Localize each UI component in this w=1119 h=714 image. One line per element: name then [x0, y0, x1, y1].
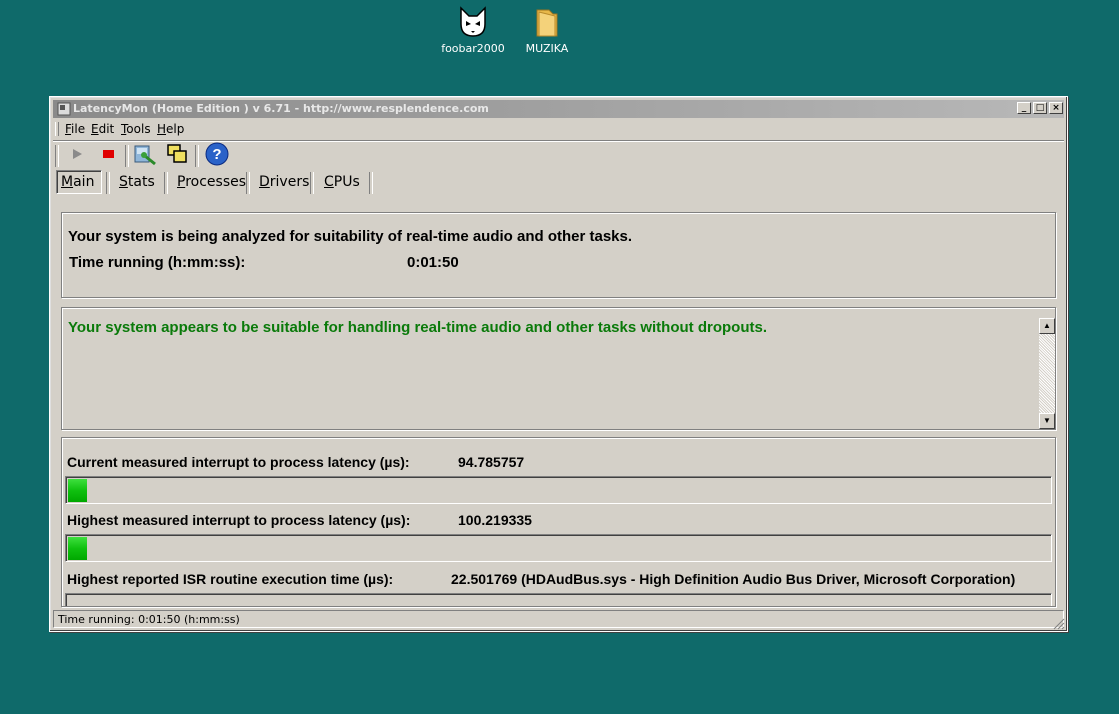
stop-icon	[101, 147, 115, 166]
verdict-message: Your system appears to be suitable for h…	[68, 319, 767, 336]
tab-bar: Main Stats Processes Drivers CPUs	[53, 170, 1064, 196]
verdict-scrollbar[interactable]: ▲ ▼	[1039, 318, 1055, 429]
tab-separator	[246, 172, 250, 194]
verdict-panel: Your system appears to be suitable for h…	[61, 307, 1056, 430]
tab-drivers[interactable]: Drivers	[259, 170, 309, 194]
tab-separator	[369, 172, 373, 194]
tab-cpus[interactable]: CPUs	[324, 170, 360, 194]
current-latency-bar	[65, 476, 1052, 504]
resize-grip-icon[interactable]	[1053, 617, 1065, 630]
toolbar-separator	[195, 145, 199, 167]
tab-main[interactable]: Main	[56, 170, 102, 194]
toolbar-grip	[55, 145, 59, 167]
svg-text:?: ?	[212, 146, 221, 163]
analysis-status-panel: Your system is being analyzed for suitab…	[61, 212, 1056, 298]
tab-separator	[164, 172, 168, 194]
tab-stats[interactable]: Stats	[119, 170, 155, 194]
highest-latency-label: Highest measured interrupt to process la…	[67, 512, 411, 528]
title-bar[interactable]: LatencyMon (Home Edition ) v 6.71 - http…	[53, 100, 1064, 118]
menu-file[interactable]: File	[65, 120, 85, 138]
isr-value: 22.501769 (HDAudBus.sys - High Definitio…	[451, 571, 1016, 587]
scroll-down-button[interactable]: ▼	[1039, 413, 1055, 429]
menu-grip	[55, 122, 59, 136]
foobar-icon	[457, 6, 489, 38]
current-latency-label: Current measured interrupt to process la…	[67, 454, 410, 470]
analysis-message: Your system is being analyzed for suitab…	[68, 228, 633, 245]
current-latency-bar-fill	[68, 479, 87, 502]
desktop-icon-muzika[interactable]: MUZIKA	[502, 6, 592, 55]
toolbar-separator	[125, 145, 129, 167]
play-icon	[70, 147, 84, 166]
isr-bar	[65, 593, 1052, 606]
close-button[interactable]: ×	[1049, 102, 1063, 114]
latency-metrics-panel: Current measured interrupt to process la…	[61, 437, 1056, 607]
folder-icon	[531, 6, 563, 38]
analyze-icon	[133, 142, 157, 171]
menu-edit[interactable]: Edit	[91, 120, 114, 138]
help-button[interactable]: ?	[205, 142, 229, 171]
toolbar: ?	[53, 140, 1064, 169]
help-icon: ?	[205, 142, 229, 171]
highest-latency-value: 100.219335	[458, 512, 532, 528]
menu-help[interactable]: Help	[157, 120, 184, 138]
tab-separator	[106, 172, 110, 194]
status-bar-text: Time running: 0:01:50 (h:mm:ss)	[58, 613, 240, 626]
highest-latency-bar	[65, 534, 1052, 562]
status-bar: Time running: 0:01:50 (h:mm:ss)	[53, 610, 1064, 628]
menu-tools[interactable]: Tools	[121, 120, 151, 138]
desktop-icon-label: MUZIKA	[525, 42, 569, 55]
app-icon	[57, 102, 71, 116]
start-button[interactable]	[65, 144, 89, 168]
highest-latency-bar-fill	[68, 537, 87, 560]
analyze-button[interactable]	[133, 144, 157, 168]
windows-button[interactable]	[165, 142, 189, 171]
tab-separator	[310, 172, 314, 194]
windows-icon	[165, 142, 189, 171]
scroll-up-button[interactable]: ▲	[1039, 318, 1055, 334]
isr-label: Highest reported ISR routine execution t…	[67, 571, 394, 587]
window-title: LatencyMon (Home Edition ) v 6.71 - http…	[73, 102, 489, 115]
stop-button[interactable]	[96, 144, 120, 168]
time-running-label: Time running (h:mm:ss):	[69, 254, 246, 271]
latencymon-window: LatencyMon (Home Edition ) v 6.71 - http…	[49, 96, 1068, 632]
minimize-button[interactable]: _	[1017, 102, 1031, 114]
current-latency-value: 94.785757	[458, 454, 525, 470]
tab-processes[interactable]: Processes	[177, 170, 246, 194]
menu-bar: File Edit Tools Help	[53, 120, 1064, 138]
maximize-button[interactable]: □	[1033, 102, 1047, 114]
time-running-value: 0:01:50	[407, 254, 459, 271]
